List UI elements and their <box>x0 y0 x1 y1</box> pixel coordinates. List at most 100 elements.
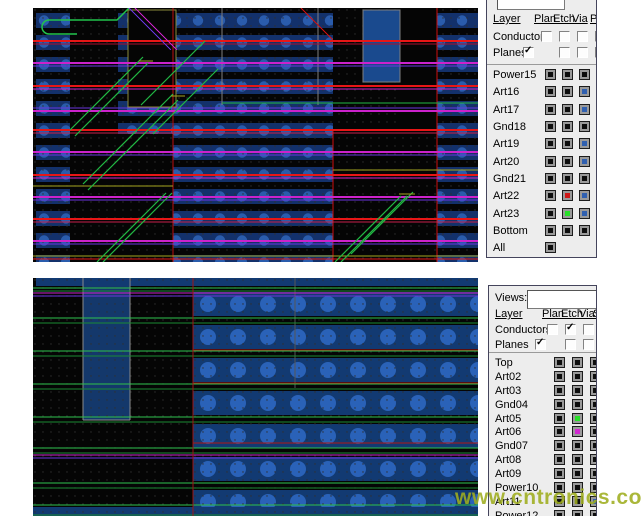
checkbox[interactable] <box>547 324 558 335</box>
color-swatch-black[interactable] <box>562 138 573 149</box>
color-swatch-black[interactable] <box>590 413 597 424</box>
color-swatch-black[interactable] <box>554 440 565 451</box>
color-swatch-black[interactable] <box>590 385 597 396</box>
color-swatch-black[interactable] <box>596 208 597 219</box>
color-swatch-black[interactable] <box>590 454 597 465</box>
color-swatch-black[interactable] <box>562 104 573 115</box>
color-swatch-black[interactable] <box>572 468 583 479</box>
color-swatch-black[interactable] <box>590 371 597 382</box>
color-swatch-blue[interactable] <box>579 208 590 219</box>
color-swatch-black[interactable] <box>579 173 590 184</box>
color-swatch-black[interactable] <box>572 440 583 451</box>
checkbox[interactable] <box>559 47 570 58</box>
color-swatch-black[interactable] <box>596 121 597 132</box>
color-swatch-black[interactable] <box>572 357 583 368</box>
layer-name: Art03 <box>495 385 521 397</box>
color-swatch-black[interactable] <box>579 69 590 80</box>
color-swatch-black[interactable] <box>554 357 565 368</box>
layer-row: Gnd04 <box>495 399 596 413</box>
layer-name: Gnd21 <box>493 173 526 185</box>
color-swatch-black[interactable] <box>572 454 583 465</box>
color-swatch-black[interactable] <box>572 399 583 410</box>
color-swatch-black[interactable] <box>590 440 597 451</box>
color-swatch-red[interactable] <box>562 190 573 201</box>
checkbox-checked[interactable]: ✓ <box>565 324 576 335</box>
pcb-view-bottom[interactable] <box>33 278 478 516</box>
color-swatch-black[interactable] <box>562 173 573 184</box>
layer-column-header[interactable]: Layer <box>495 308 523 320</box>
color-swatch-black[interactable] <box>562 156 573 167</box>
checkbox-checked[interactable]: ✓ <box>523 47 534 58</box>
color-swatch-black[interactable] <box>579 121 590 132</box>
color-swatch-black[interactable] <box>545 208 556 219</box>
color-swatch-black[interactable] <box>562 225 573 236</box>
color-swatch-black[interactable] <box>545 242 556 253</box>
color-swatch-black[interactable] <box>596 225 597 236</box>
color-swatch-black[interactable] <box>596 173 597 184</box>
color-swatch-black[interactable] <box>554 413 565 424</box>
checkbox[interactable] <box>559 31 570 42</box>
checkbox[interactable] <box>583 339 594 350</box>
color-swatch-black[interactable] <box>554 454 565 465</box>
color-swatch-black[interactable] <box>562 121 573 132</box>
color-swatch-black[interactable] <box>596 138 597 149</box>
planes-label: Planes <box>495 339 529 351</box>
color-swatch-black[interactable] <box>562 69 573 80</box>
color-swatch-black[interactable] <box>554 510 565 516</box>
layer-row: Art06 <box>495 426 596 440</box>
color-swatch-black[interactable] <box>596 104 597 115</box>
color-swatch-black[interactable] <box>596 86 597 97</box>
color-swatch-black[interactable] <box>545 104 556 115</box>
color-swatch-black[interactable] <box>596 69 597 80</box>
color-swatch-black[interactable] <box>590 399 597 410</box>
checkbox[interactable] <box>595 31 597 42</box>
views-label: Views: <box>495 292 527 304</box>
color-swatch-black[interactable] <box>596 156 597 167</box>
views-input[interactable] <box>527 290 597 309</box>
color-swatch-black[interactable] <box>590 426 597 437</box>
color-swatch-black[interactable] <box>545 86 556 97</box>
color-swatch-green[interactable] <box>562 208 573 219</box>
color-swatch-black[interactable] <box>554 371 565 382</box>
checkbox[interactable] <box>541 31 552 42</box>
color-swatch-black[interactable] <box>545 156 556 167</box>
color-swatch-black[interactable] <box>572 385 583 396</box>
color-swatch-blue[interactable] <box>579 86 590 97</box>
checkbox[interactable] <box>583 324 594 335</box>
color-swatch-black[interactable] <box>545 190 556 201</box>
color-swatch-magenta[interactable] <box>572 426 583 437</box>
color-swatch-black[interactable] <box>545 69 556 80</box>
checkbox[interactable] <box>577 47 588 58</box>
pcb-view-top[interactable] <box>33 8 478 262</box>
color-swatch-black[interactable] <box>590 468 597 479</box>
color-swatch-black[interactable] <box>545 121 556 132</box>
color-swatch-blue[interactable] <box>579 138 590 149</box>
color-swatch-blue[interactable] <box>579 104 590 115</box>
checkbox[interactable] <box>595 47 597 58</box>
color-swatch-black[interactable] <box>590 510 597 516</box>
color-swatch-black[interactable] <box>545 138 556 149</box>
color-swatch-black[interactable] <box>554 468 565 479</box>
color-swatch-blue[interactable] <box>579 156 590 167</box>
color-swatch-black[interactable] <box>596 190 597 201</box>
checkbox-checked[interactable]: ✓ <box>535 339 546 350</box>
color-swatch-black[interactable] <box>572 371 583 382</box>
color-swatch-blue[interactable] <box>579 190 590 201</box>
color-swatch-green[interactable] <box>572 413 583 424</box>
color-swatch-black[interactable] <box>579 225 590 236</box>
checkbox[interactable] <box>565 339 576 350</box>
color-swatch-black[interactable] <box>572 510 583 516</box>
layer-column-header[interactable]: Layer <box>493 13 521 25</box>
color-swatch-black[interactable] <box>554 426 565 437</box>
color-swatch-black[interactable] <box>562 86 573 97</box>
layer-row: Art20 <box>493 156 596 173</box>
views-input-partial[interactable] <box>497 0 565 10</box>
color-swatch-black[interactable] <box>590 357 597 368</box>
color-swatch-black[interactable] <box>554 399 565 410</box>
color-swatch-black[interactable] <box>545 225 556 236</box>
color-swatch-black[interactable] <box>545 173 556 184</box>
planes-checkboxes <box>565 339 597 351</box>
color-swatch-black[interactable] <box>554 385 565 396</box>
checkbox[interactable] <box>577 31 588 42</box>
via-column-header[interactable]: Via <box>572 13 588 25</box>
